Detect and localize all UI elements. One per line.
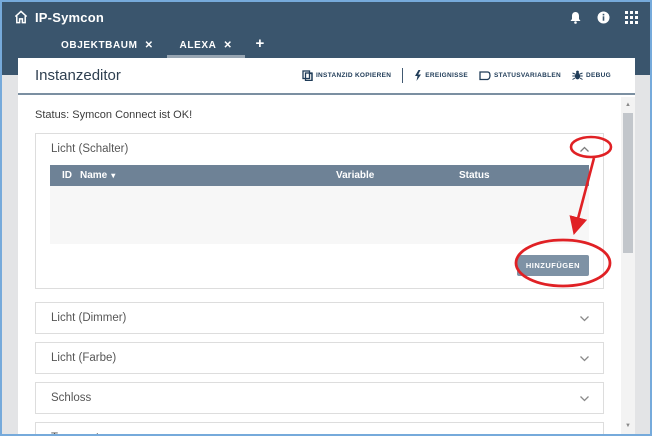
- column-status: Status: [459, 170, 589, 181]
- editor-toolbar: INSTANZID KOPIEREN EREIGNISSE STATUSVARI…: [302, 68, 611, 83]
- section-temperatursensor-header[interactable]: Temperatursensor: [36, 423, 603, 434]
- section-title: Licht (Dimmer): [51, 312, 126, 324]
- section-licht-farbe: Licht (Farbe): [35, 342, 604, 374]
- copy-icon: [302, 70, 313, 81]
- lightning-icon: [414, 70, 422, 81]
- bug-icon: [572, 70, 583, 81]
- column-id: ID: [62, 170, 80, 181]
- debug-button[interactable]: DEBUG: [572, 70, 611, 81]
- editor-content: Status: Symcon Connect ist OK! Licht (Sc…: [18, 95, 621, 434]
- table-actions-row: HINZUFÜGEN: [36, 244, 603, 288]
- copy-instance-id-button[interactable]: INSTANZID KOPIEREN: [302, 70, 391, 81]
- section-licht-farbe-header[interactable]: Licht (Farbe): [36, 343, 603, 373]
- events-button[interactable]: EREIGNISSE: [414, 70, 468, 81]
- device-table-header: ID Name ▾ Variable Status: [50, 165, 589, 186]
- connection-status-text: Status: Symcon Connect ist OK!: [35, 109, 621, 121]
- column-name-label: Name: [80, 170, 107, 181]
- add-tab-button[interactable]: +: [245, 33, 274, 58]
- sort-arrow-icon: ▾: [111, 171, 115, 180]
- vertical-scrollbar[interactable]: ▲ ▼: [621, 97, 635, 434]
- notifications-icon[interactable]: [568, 10, 582, 24]
- section-schloss-header[interactable]: Schloss: [36, 383, 603, 413]
- app-title: IP-Symcon: [35, 10, 104, 25]
- section-licht-schalter: Licht (Schalter) ID Name ▾ Variable Stat…: [35, 133, 604, 289]
- close-icon[interactable]: ✕: [223, 40, 232, 51]
- app-window: IP-Symcon OBJEKTBAUM: [0, 0, 652, 436]
- home-icon: [14, 10, 28, 24]
- top-bar: IP-Symcon: [2, 2, 650, 32]
- section-title: Licht (Farbe): [51, 352, 116, 364]
- copy-instance-id-label: INSTANZID KOPIEREN: [316, 72, 391, 79]
- apps-grid-icon[interactable]: [624, 10, 638, 24]
- scrollbar-thumb[interactable]: [623, 113, 633, 253]
- tab-alexa-label: ALEXA: [180, 40, 217, 51]
- instance-editor-panel: Instanzeditor INSTANZID KOPIEREN EREIGNI…: [18, 58, 635, 434]
- instance-editor-header: Instanzeditor INSTANZID KOPIEREN EREIGNI…: [18, 58, 635, 95]
- chevron-down-icon[interactable]: [579, 355, 590, 362]
- scroll-down-icon[interactable]: ▼: [621, 420, 635, 432]
- device-table: ID Name ▾ Variable Status: [50, 165, 589, 244]
- section-title: Licht (Schalter): [51, 143, 128, 155]
- scroll-up-icon[interactable]: ▲: [621, 99, 635, 111]
- chevron-up-icon[interactable]: [579, 146, 590, 153]
- section-schloss: Schloss: [35, 382, 604, 414]
- section-licht-dimmer: Licht (Dimmer): [35, 302, 604, 334]
- tab-objektbaum[interactable]: OBJEKTBAUM ✕: [48, 33, 167, 58]
- topbar-actions: [568, 10, 638, 24]
- info-icon[interactable]: [596, 10, 610, 24]
- chevron-down-icon[interactable]: [579, 395, 590, 402]
- tab-bar: OBJEKTBAUM ✕ ALEXA ✕ +: [48, 33, 274, 58]
- tag-icon: [479, 71, 491, 81]
- column-name[interactable]: Name ▾: [80, 170, 336, 181]
- chevron-down-icon[interactable]: [579, 315, 590, 322]
- device-table-body-empty: [50, 186, 589, 244]
- close-icon[interactable]: ✕: [145, 40, 154, 51]
- events-label: EREIGNISSE: [425, 72, 468, 79]
- section-licht-dimmer-header[interactable]: Licht (Dimmer): [36, 303, 603, 333]
- toolbar-divider: [402, 68, 403, 83]
- page-title: Instanzeditor: [35, 67, 121, 84]
- debug-label: DEBUG: [586, 72, 611, 79]
- section-title: Temperatursensor: [51, 432, 144, 434]
- section-licht-schalter-header[interactable]: Licht (Schalter): [36, 134, 603, 164]
- tab-objektbaum-label: OBJEKTBAUM: [61, 40, 138, 51]
- status-variables-label: STATUSVARIABLEN: [494, 72, 561, 79]
- status-variables-button[interactable]: STATUSVARIABLEN: [479, 71, 561, 81]
- hinzufuegen-button[interactable]: HINZUFÜGEN: [517, 255, 589, 276]
- tab-alexa[interactable]: ALEXA ✕: [167, 33, 246, 58]
- app-logo[interactable]: IP-Symcon: [14, 10, 104, 25]
- column-variable: Variable: [336, 170, 459, 181]
- section-title: Schloss: [51, 392, 91, 404]
- section-temperatursensor: Temperatursensor: [35, 422, 604, 434]
